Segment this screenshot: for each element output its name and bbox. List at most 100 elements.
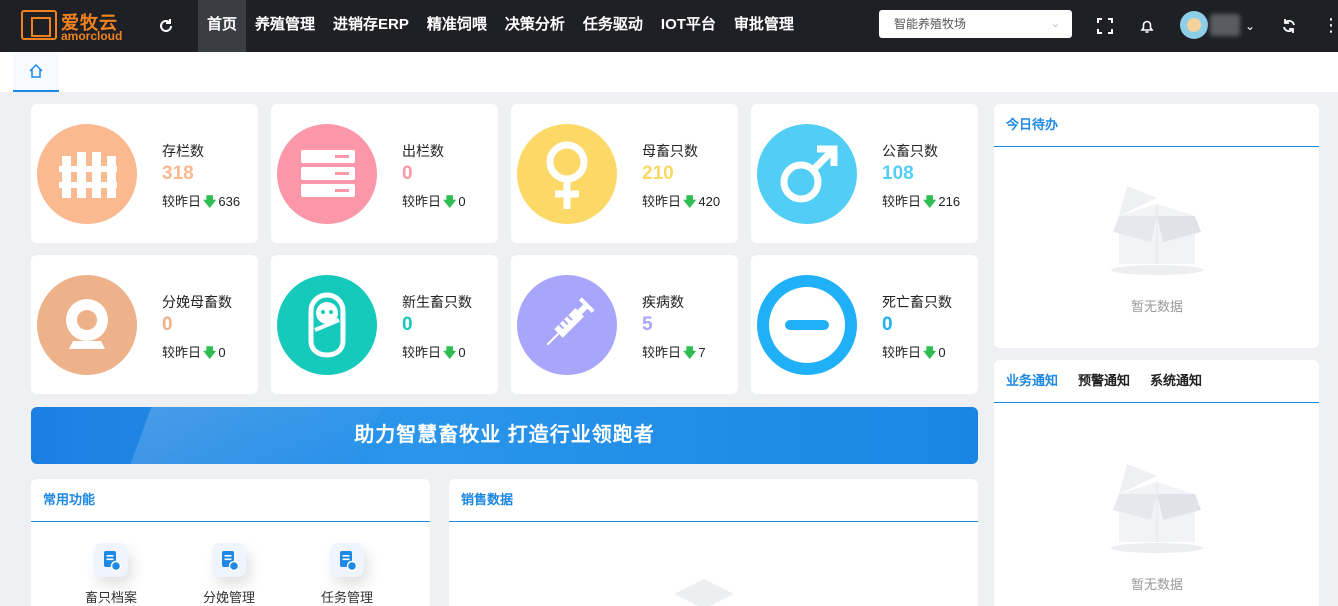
stat-card: 出栏数 0 较昨日 🡇 0 [271, 104, 498, 243]
more-icon[interactable]: ⋮ [1322, 0, 1338, 52]
tab-system-notice[interactable]: 系统通知 [1150, 360, 1202, 402]
nav-approval[interactable]: 审批管理 [725, 0, 803, 52]
stat-label: 分娩母畜数 [162, 294, 232, 310]
chevron-down-icon[interactable]: ⌄ [1242, 0, 1258, 52]
stat-value: 0 [162, 314, 173, 335]
panel-title: 销售数据 [461, 492, 514, 507]
stat-card: 母畜只数 210 较昨日 🡇 420 [511, 104, 738, 243]
top-bar: 爱牧云 amorcloud 首页 养殖管理 进销存ERP 精准饲喂 决策分析 任… [0, 0, 1338, 52]
baby-icon [277, 275, 377, 375]
func-tasks[interactable]: 任务管理 [307, 543, 387, 606]
avatar[interactable] [1180, 11, 1208, 39]
stat-compare: 较昨日 🡇 0 [882, 345, 946, 360]
stat-label: 存栏数 [162, 143, 204, 159]
stat-compare: 较昨日 🡇 636 [162, 194, 241, 209]
logo-mark-icon [21, 10, 57, 40]
tab-warning-notice[interactable]: 预警通知 [1078, 360, 1130, 402]
stat-value: 318 [162, 163, 194, 184]
document-clock-icon [330, 543, 364, 577]
stat-label: 疾病数 [642, 294, 684, 310]
stat-compare: 较昨日 🡇 7 [642, 345, 706, 360]
empty-box-icon [1111, 464, 1203, 553]
farm-select[interactable]: 智能养殖牧场 ⌄ [879, 10, 1072, 38]
arrow-down-icon: 🡇 [683, 345, 697, 360]
nav-analysis[interactable]: 决策分析 [496, 0, 574, 52]
nav-iot[interactable]: IOT平台 [652, 0, 725, 52]
func-animal-records[interactable]: 畜只档案 [71, 543, 151, 606]
document-clock-icon [212, 543, 246, 577]
stat-label: 公畜只数 [882, 143, 938, 159]
stat-value: 108 [882, 163, 914, 184]
arrow-down-icon: 🡇 [923, 194, 937, 209]
chevron-down-icon: ⌄ [1050, 18, 1060, 30]
stat-card: 疾病数 5 较昨日 🡇 7 [511, 255, 738, 394]
nav-breeding[interactable]: 养殖管理 [246, 0, 324, 52]
main-nav: 首页 养殖管理 进销存ERP 精准饲喂 决策分析 任务驱动 IOT平台 审批管理 [198, 0, 803, 52]
sync-icon[interactable] [1279, 0, 1299, 52]
stat-label: 出栏数 [402, 143, 444, 159]
logo[interactable]: 爱牧云 amorcloud [21, 8, 131, 44]
notice-panel: 业务通知 预警通知 系统通知 暂无数据 [994, 360, 1319, 606]
bell-icon[interactable] [1137, 0, 1157, 52]
user-name[interactable] [1210, 14, 1240, 36]
func-label: 畜只档案 [84, 590, 137, 605]
panel-title: 常用功能 [43, 492, 96, 507]
tab-bar [0, 52, 1338, 92]
arrow-down-icon: 🡇 [203, 345, 217, 360]
stat-card: 存栏数 318 较昨日 🡇 636 [31, 104, 258, 243]
func-label: 分娩管理 [202, 590, 255, 605]
stat-value: 0 [882, 314, 893, 335]
stat-compare: 较昨日 🡇 420 [642, 194, 721, 209]
stat-compare: 较昨日 🡇 0 [402, 194, 466, 209]
common-functions-panel: 常用功能 畜只档案 分娩管理 任务管理 [31, 479, 430, 606]
female-icon [517, 124, 617, 224]
fence-icon [37, 124, 137, 224]
home-icon [29, 63, 43, 78]
tab-home[interactable] [13, 52, 59, 92]
func-label: 任务管理 [320, 590, 373, 605]
nav-feeding[interactable]: 精准饲喂 [418, 0, 496, 52]
stat-value: 5 [642, 314, 653, 335]
refresh-icon[interactable] [155, 0, 177, 52]
empty-text: 暂无数据 [1130, 577, 1183, 592]
webcam-icon [37, 275, 137, 375]
empty-text: 暂无数据 [1130, 299, 1183, 314]
server-icon [277, 124, 377, 224]
todo-panel: 今日待办 暂无数据 [994, 104, 1319, 348]
stat-value: 0 [402, 314, 413, 335]
male-icon [757, 124, 857, 224]
stat-compare: 较昨日 🡇 0 [162, 345, 226, 360]
empty-box-icon [674, 579, 734, 606]
syringe-icon [517, 275, 617, 375]
stat-label: 死亡畜只数 [882, 294, 952, 310]
document-clock-icon [94, 543, 128, 577]
stat-value: 0 [402, 163, 413, 184]
stat-card: 死亡畜只数 0 较昨日 🡇 0 [751, 255, 978, 394]
nav-erp[interactable]: 进销存ERP [324, 0, 418, 52]
arrow-down-icon: 🡇 [923, 345, 937, 360]
func-farrowing[interactable]: 分娩管理 [189, 543, 269, 606]
logo-subtext: amorcloud [61, 29, 123, 43]
sales-panel: 销售数据 [449, 479, 978, 606]
nav-home[interactable]: 首页 [198, 0, 247, 52]
stat-card: 公畜只数 108 较昨日 🡇 216 [751, 104, 978, 243]
arrow-down-icon: 🡇 [203, 194, 217, 209]
farm-select-value: 智能养殖牧场 [894, 17, 967, 31]
stat-card: 分娩母畜数 0 较昨日 🡇 0 [31, 255, 258, 394]
arrow-down-icon: 🡇 [683, 194, 697, 209]
empty-box-icon [1111, 186, 1203, 275]
fullscreen-icon[interactable] [1095, 0, 1115, 52]
arrow-down-icon: 🡇 [443, 345, 457, 360]
stat-value: 210 [642, 163, 674, 184]
panel-title: 今日待办 [1006, 117, 1059, 132]
stat-card: 新生畜只数 0 较昨日 🡇 0 [271, 255, 498, 394]
nav-tasks[interactable]: 任务驱动 [574, 0, 652, 52]
tab-business-notice[interactable]: 业务通知 [1006, 360, 1058, 402]
banner-text: 助力智慧畜牧业 打造行业领跑者 [354, 424, 655, 446]
arrow-down-icon: 🡇 [443, 194, 457, 209]
stat-compare: 较昨日 🡇 216 [882, 194, 961, 209]
stat-compare: 较昨日 🡇 0 [402, 345, 466, 360]
stat-label: 新生畜只数 [402, 294, 472, 310]
stat-label: 母畜只数 [642, 143, 698, 159]
minus-circle-icon [757, 275, 857, 375]
